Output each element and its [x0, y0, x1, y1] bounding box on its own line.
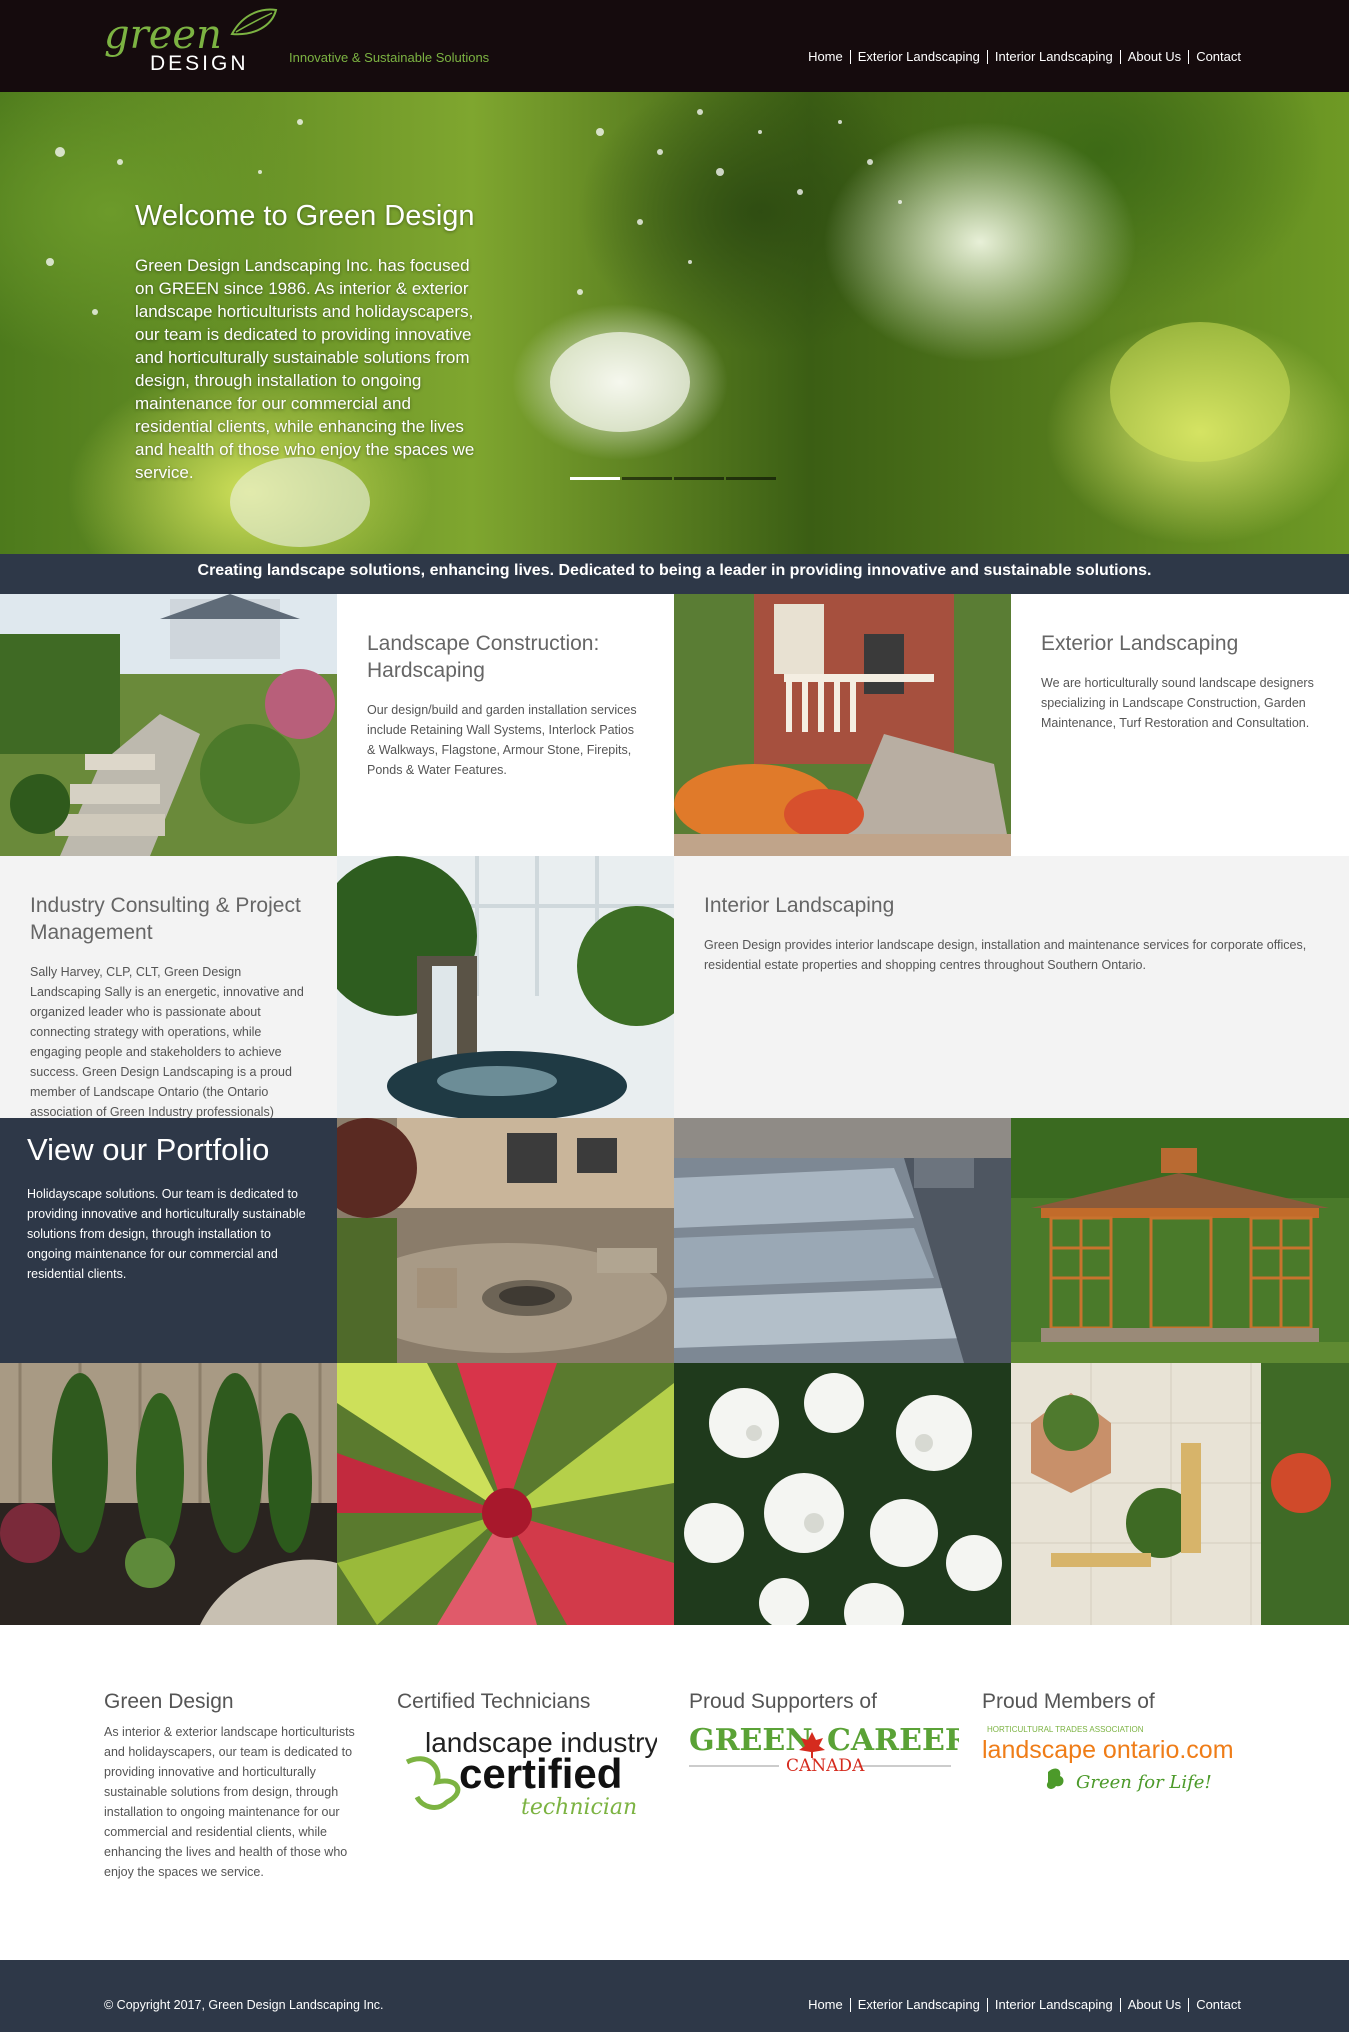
logo-word-text: DESIGN — [150, 52, 249, 75]
footer-certified: Certified Technicians landscape industry… — [397, 1690, 658, 1822]
nav-about-us[interactable]: About Us — [1121, 50, 1190, 64]
mission-banner: Creating landscape solutions, enhancing … — [0, 554, 1349, 594]
certified-leaf-icon — [405, 1756, 461, 1810]
careers-logo-careers: CAREERS — [827, 1723, 959, 1758]
footer-nav-exterior-landscaping[interactable]: Exterior Landscaping — [851, 1998, 988, 2012]
firepit-patio-photo[interactable] — [337, 1118, 674, 1363]
green-careers-canada-logo[interactable]: GREEN CAREERS CANADA — [689, 1722, 991, 1782]
interior-landscaping-body: Green Design provides interior landscape… — [704, 938, 1307, 972]
slide-dot-1[interactable] — [570, 477, 620, 480]
footer-nav-about-us[interactable]: About Us — [1121, 1998, 1190, 2012]
footer-nav-interior-landscaping[interactable]: Interior Landscaping — [988, 1998, 1121, 2012]
bromeliad-photo[interactable] — [337, 1363, 674, 1625]
careers-logo-canada: CANADA — [786, 1756, 865, 1776]
footer-certified-title: Certified Technicians — [397, 1690, 591, 1713]
careers-logo-green: GREEN — [689, 1723, 813, 1758]
portfolio-tile[interactable]: View our Portfolio Holidayscape solution… — [0, 1118, 337, 1363]
footer-members-title: Proud Members of — [982, 1690, 1155, 1713]
site-tagline: Innovative & Sustainable Solutions — [289, 50, 490, 65]
interior-landscaping-tile: Interior Landscaping Green Design provid… — [674, 856, 1349, 1118]
footer-supporters-title: Proud Supporters of — [689, 1690, 877, 1713]
hardscaping-title: Landscape Construction: Hardscaping — [367, 632, 600, 682]
lo-logo-slogan: Green for Life! — [1076, 1772, 1212, 1793]
exterior-landscaping-title: Exterior Landscaping — [1041, 632, 1239, 655]
slide-dot-3[interactable] — [674, 477, 724, 480]
nav-home[interactable]: Home — [808, 50, 851, 64]
lo-logo-top: HORTICULTURAL TRADES ASSOCIATION — [987, 1725, 1144, 1734]
frog-icon — [1046, 1768, 1064, 1789]
hero-slider: Welcome to Green Design Green Design Lan… — [0, 92, 1349, 554]
certified-technician-logo[interactable]: landscape industry certified technician — [397, 1722, 658, 1822]
exterior-landscaping-tile: Exterior Landscaping We are horticultura… — [1011, 594, 1349, 856]
hero-title: Welcome to Green Design — [135, 200, 475, 232]
stone-stairs-photo[interactable] — [674, 1118, 1011, 1363]
footer-nav-contact[interactable]: Contact — [1189, 1998, 1241, 2012]
consulting-body: Sally Harvey, CLP, CLT, Green Design Lan… — [30, 965, 304, 1118]
cedar-hedge-garden-photo[interactable] — [0, 1363, 337, 1625]
exterior-landscaping-body: We are horticulturally sound landscape d… — [1041, 676, 1314, 730]
mission-banner-text: Creating landscape solutions, enhancing … — [197, 562, 1152, 579]
nav-exterior-landscaping[interactable]: Exterior Landscaping — [851, 50, 988, 64]
copyright-text: © Copyright 2017, Green Design Landscapi… — [104, 1998, 384, 2012]
lo-logo-main: landscape ontario.com — [982, 1736, 1234, 1764]
footer-supporters: Proud Supporters of GREEN CAREERS CANADA — [689, 1690, 991, 1782]
slider-pagination — [570, 477, 776, 480]
portfolio-body: Holidayscape solutions. Our team is dedi… — [27, 1187, 306, 1281]
nav-contact[interactable]: Contact — [1189, 50, 1241, 64]
stone-steps-garden-photo[interactable] — [0, 594, 337, 856]
cedar-gazebo-photo[interactable] — [1011, 1118, 1349, 1363]
certified-logo-line2: certified — [459, 1750, 622, 1797]
slide-dot-4[interactable] — [726, 477, 776, 480]
nav-interior-landscaping[interactable]: Interior Landscaping — [988, 50, 1121, 64]
portfolio-title: View our Portfolio — [27, 1132, 270, 1167]
footer-nav-home[interactable]: Home — [808, 1998, 851, 2012]
footer-about: Green Design As interior & exterior land… — [104, 1690, 369, 1882]
footer-members: Proud Members of HORTICULTURAL TRADES AS… — [982, 1690, 1247, 1802]
interior-atrium-planter-photo[interactable] — [1011, 1363, 1349, 1625]
footer-about-title: Green Design — [104, 1690, 234, 1713]
site-footer-bar: © Copyright 2017, Green Design Landscapi… — [0, 1960, 1349, 2032]
slide-dot-2[interactable] — [622, 477, 672, 480]
main-nav: Home Exterior Landscaping Interior Lands… — [808, 50, 1241, 64]
white-flowers-photo[interactable] — [674, 1363, 1011, 1625]
footer-about-body: As interior & exterior landscape horticu… — [104, 1725, 355, 1879]
consulting-title: Industry Consulting & Project Management — [30, 894, 301, 944]
consulting-tile: Industry Consulting & Project Management… — [0, 856, 337, 1118]
hardscaping-tile: Landscape Construction: Hardscaping Our … — [337, 594, 674, 856]
interior-landscaping-title: Interior Landscaping — [704, 894, 895, 917]
landscape-ontario-logo[interactable]: HORTICULTURAL TRADES ASSOCIATION landsca… — [982, 1722, 1247, 1802]
site-logo[interactable]: green DESIGN — [104, 4, 284, 76]
hero-text: Green Design Landscaping Inc. has focuse… — [135, 256, 475, 482]
porch-flowers-photo[interactable] — [674, 594, 1011, 856]
footer-nav: Home Exterior Landscaping Interior Lands… — [808, 1998, 1241, 2012]
hardscaping-body: Our design/build and garden installation… — [367, 703, 637, 777]
indoor-waterfall-photo[interactable] — [337, 856, 674, 1118]
certified-logo-line3: technician — [521, 1795, 637, 1820]
site-header: green DESIGN Innovative & Sustainable So… — [0, 0, 1349, 92]
